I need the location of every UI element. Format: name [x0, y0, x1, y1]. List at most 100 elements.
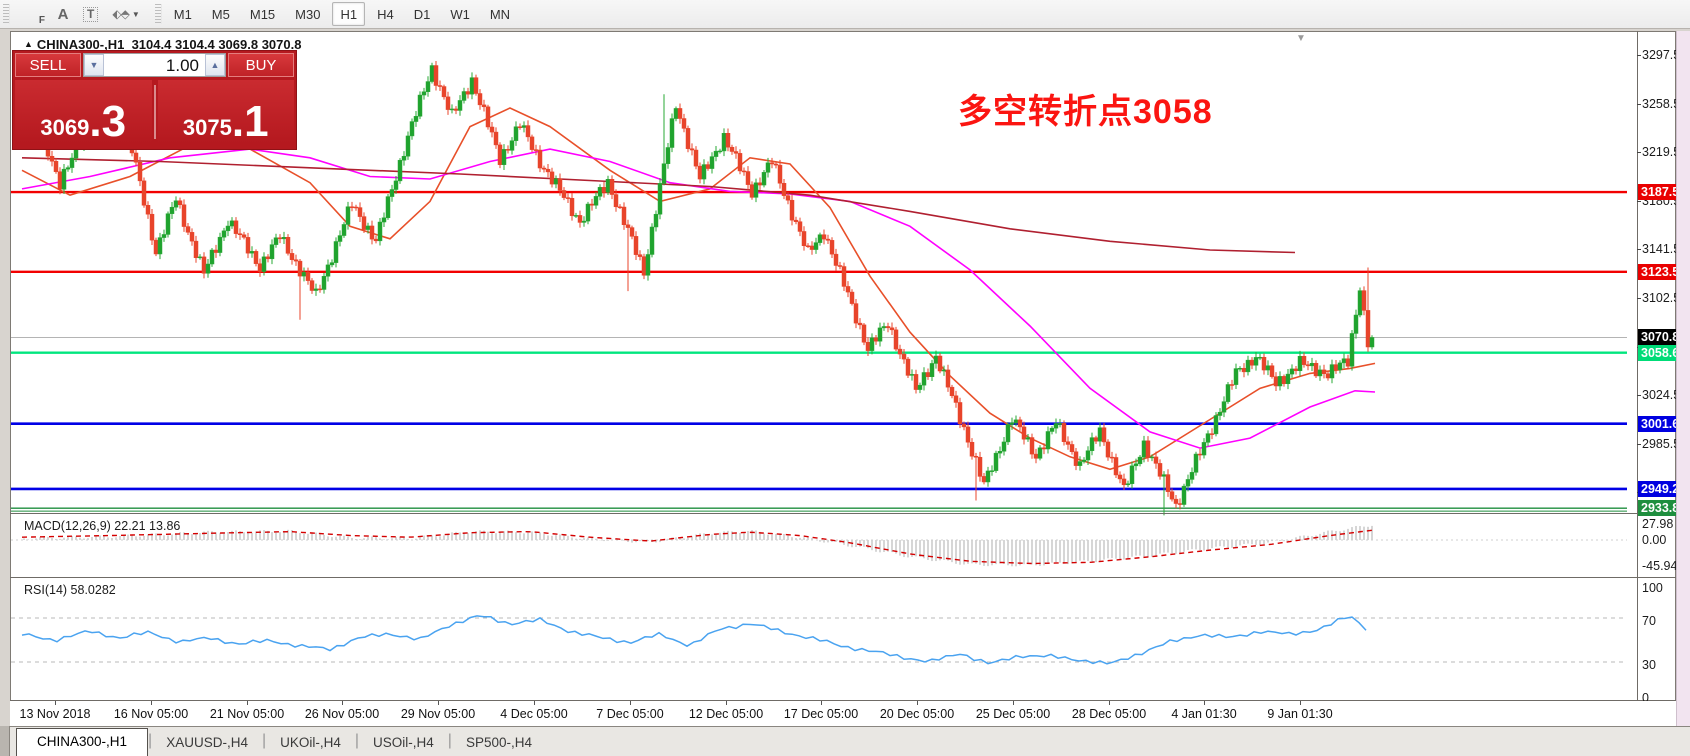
time-tick-dash: [55, 701, 56, 705]
candle-down: [806, 246, 810, 247]
candle-up: [410, 122, 414, 136]
buy-button[interactable]: BUY: [228, 53, 294, 77]
tab-ukoil-h4[interactable]: UKOil-,H4: [266, 731, 355, 756]
candle-down: [238, 234, 242, 235]
candle-up: [458, 100, 462, 110]
timeframe-d1[interactable]: D1: [406, 2, 439, 26]
price-tick-dash: [1637, 444, 1641, 445]
candle-up: [934, 356, 938, 363]
tab-usoil-h4[interactable]: USOil-,H4: [359, 731, 448, 756]
candle-down: [906, 359, 910, 375]
price-tick-label: 3141.5: [1642, 242, 1680, 256]
symbol-collapse-icon[interactable]: ▲: [24, 39, 33, 49]
toolbar-grip-2[interactable]: [155, 4, 162, 24]
candle-down: [902, 354, 906, 359]
candle-up: [1202, 442, 1206, 455]
ask-price[interactable]: 3075.1: [158, 80, 295, 143]
timeframe-bar: M1M5M15M30H1H4D1W1MN: [166, 2, 518, 26]
candle-down: [258, 264, 262, 272]
objects-tool-icon[interactable]: ⬖⬘▼: [105, 2, 146, 26]
candle-up: [710, 157, 714, 169]
candle-down: [1062, 423, 1066, 441]
candle-down: [1122, 479, 1126, 485]
candle-up: [210, 250, 214, 264]
timeframe-h1[interactable]: H1: [332, 2, 365, 26]
candle-down: [1262, 357, 1266, 370]
candle-up: [1050, 428, 1054, 431]
candle-down: [550, 172, 554, 184]
candle-up: [1038, 448, 1042, 459]
candle-down: [1230, 385, 1234, 386]
candle-up: [670, 119, 674, 148]
candle-down: [810, 246, 814, 250]
vertical-scrollbar[interactable]: [1676, 31, 1690, 726]
ma-fast-orange: [22, 108, 1375, 469]
dropdown-caret-icon[interactable]: ▼: [132, 10, 140, 19]
candle-up: [1138, 457, 1142, 464]
candle-down: [358, 208, 362, 217]
bid-price[interactable]: 3069.3: [15, 80, 152, 143]
candle-down: [1250, 360, 1254, 365]
candle-down: [494, 132, 498, 145]
candle-down: [486, 107, 490, 127]
sell-button[interactable]: SELL: [15, 53, 81, 77]
candle-up: [1310, 363, 1314, 366]
label-tool-icon[interactable]: T: [76, 2, 105, 26]
candle-down: [850, 292, 854, 304]
candle-down: [138, 162, 142, 181]
candle-up: [1246, 360, 1250, 372]
toolbar-grip[interactable]: [3, 4, 10, 24]
candle-up: [1286, 374, 1290, 384]
timeframe-m15[interactable]: M15: [242, 2, 283, 26]
candle-up: [586, 204, 590, 221]
tab-sp500-h4[interactable]: SP500-,H4: [452, 731, 546, 756]
candle-up: [222, 231, 226, 237]
candle-down: [478, 94, 482, 105]
candle-down: [1302, 356, 1306, 364]
candle-up: [342, 224, 346, 235]
time-tick-label: 26 Nov 05:00: [305, 707, 379, 721]
candle-up: [334, 241, 338, 262]
candle-up: [1194, 454, 1198, 472]
candle-down: [454, 109, 458, 111]
candle-down: [562, 190, 566, 197]
candle-down: [946, 370, 950, 387]
candle-up: [1330, 365, 1334, 378]
candle-down: [58, 172, 62, 190]
timeframe-m5[interactable]: M5: [204, 2, 238, 26]
scroll-end-icon[interactable]: ▼: [1296, 33, 1306, 44]
candle-down: [538, 150, 542, 168]
macd-pane-divider[interactable]: [10, 513, 1676, 514]
price-tick-label: 3024.5: [1642, 388, 1680, 402]
candle-up: [510, 141, 514, 151]
timeframe-mn[interactable]: MN: [482, 2, 518, 26]
rsi-pane-divider[interactable]: [10, 577, 1676, 578]
candle-down: [1066, 442, 1070, 445]
chart-grid-f-icon[interactable]: F: [14, 2, 50, 26]
candle-up: [1098, 428, 1102, 442]
candle-down: [638, 255, 642, 257]
timeframe-h4[interactable]: H4: [369, 2, 402, 26]
candle-up: [274, 238, 278, 245]
candle-up: [198, 257, 202, 258]
timeframe-m30[interactable]: M30: [287, 2, 328, 26]
candle-up: [66, 168, 70, 170]
candle-up: [1026, 438, 1030, 440]
tab-china300-h1[interactable]: CHINA300-,H1: [16, 728, 148, 756]
candle-down: [1018, 420, 1022, 427]
volume-input[interactable]: 1.00: [104, 54, 205, 76]
tab-xauusd-h4[interactable]: XAUUSD-,H4: [152, 731, 262, 756]
chart-tab-bar: CHINA300-,H1|XAUUSD-,H4|UKOil-,H4|USOil-…: [0, 726, 1690, 756]
candle-down: [570, 198, 574, 215]
candle-down: [622, 207, 626, 225]
text-tool-icon[interactable]: A: [50, 2, 76, 26]
candle-down: [1114, 457, 1118, 475]
candle-down: [690, 149, 694, 150]
timeframe-w1[interactable]: W1: [442, 2, 478, 26]
candle-up: [998, 451, 1002, 453]
timeframe-m1[interactable]: M1: [166, 2, 200, 26]
candle-up: [206, 264, 210, 273]
volume-increase-button[interactable]: ▲: [205, 54, 225, 76]
volume-decrease-button[interactable]: ▼: [84, 54, 104, 76]
candle-down: [642, 257, 646, 276]
